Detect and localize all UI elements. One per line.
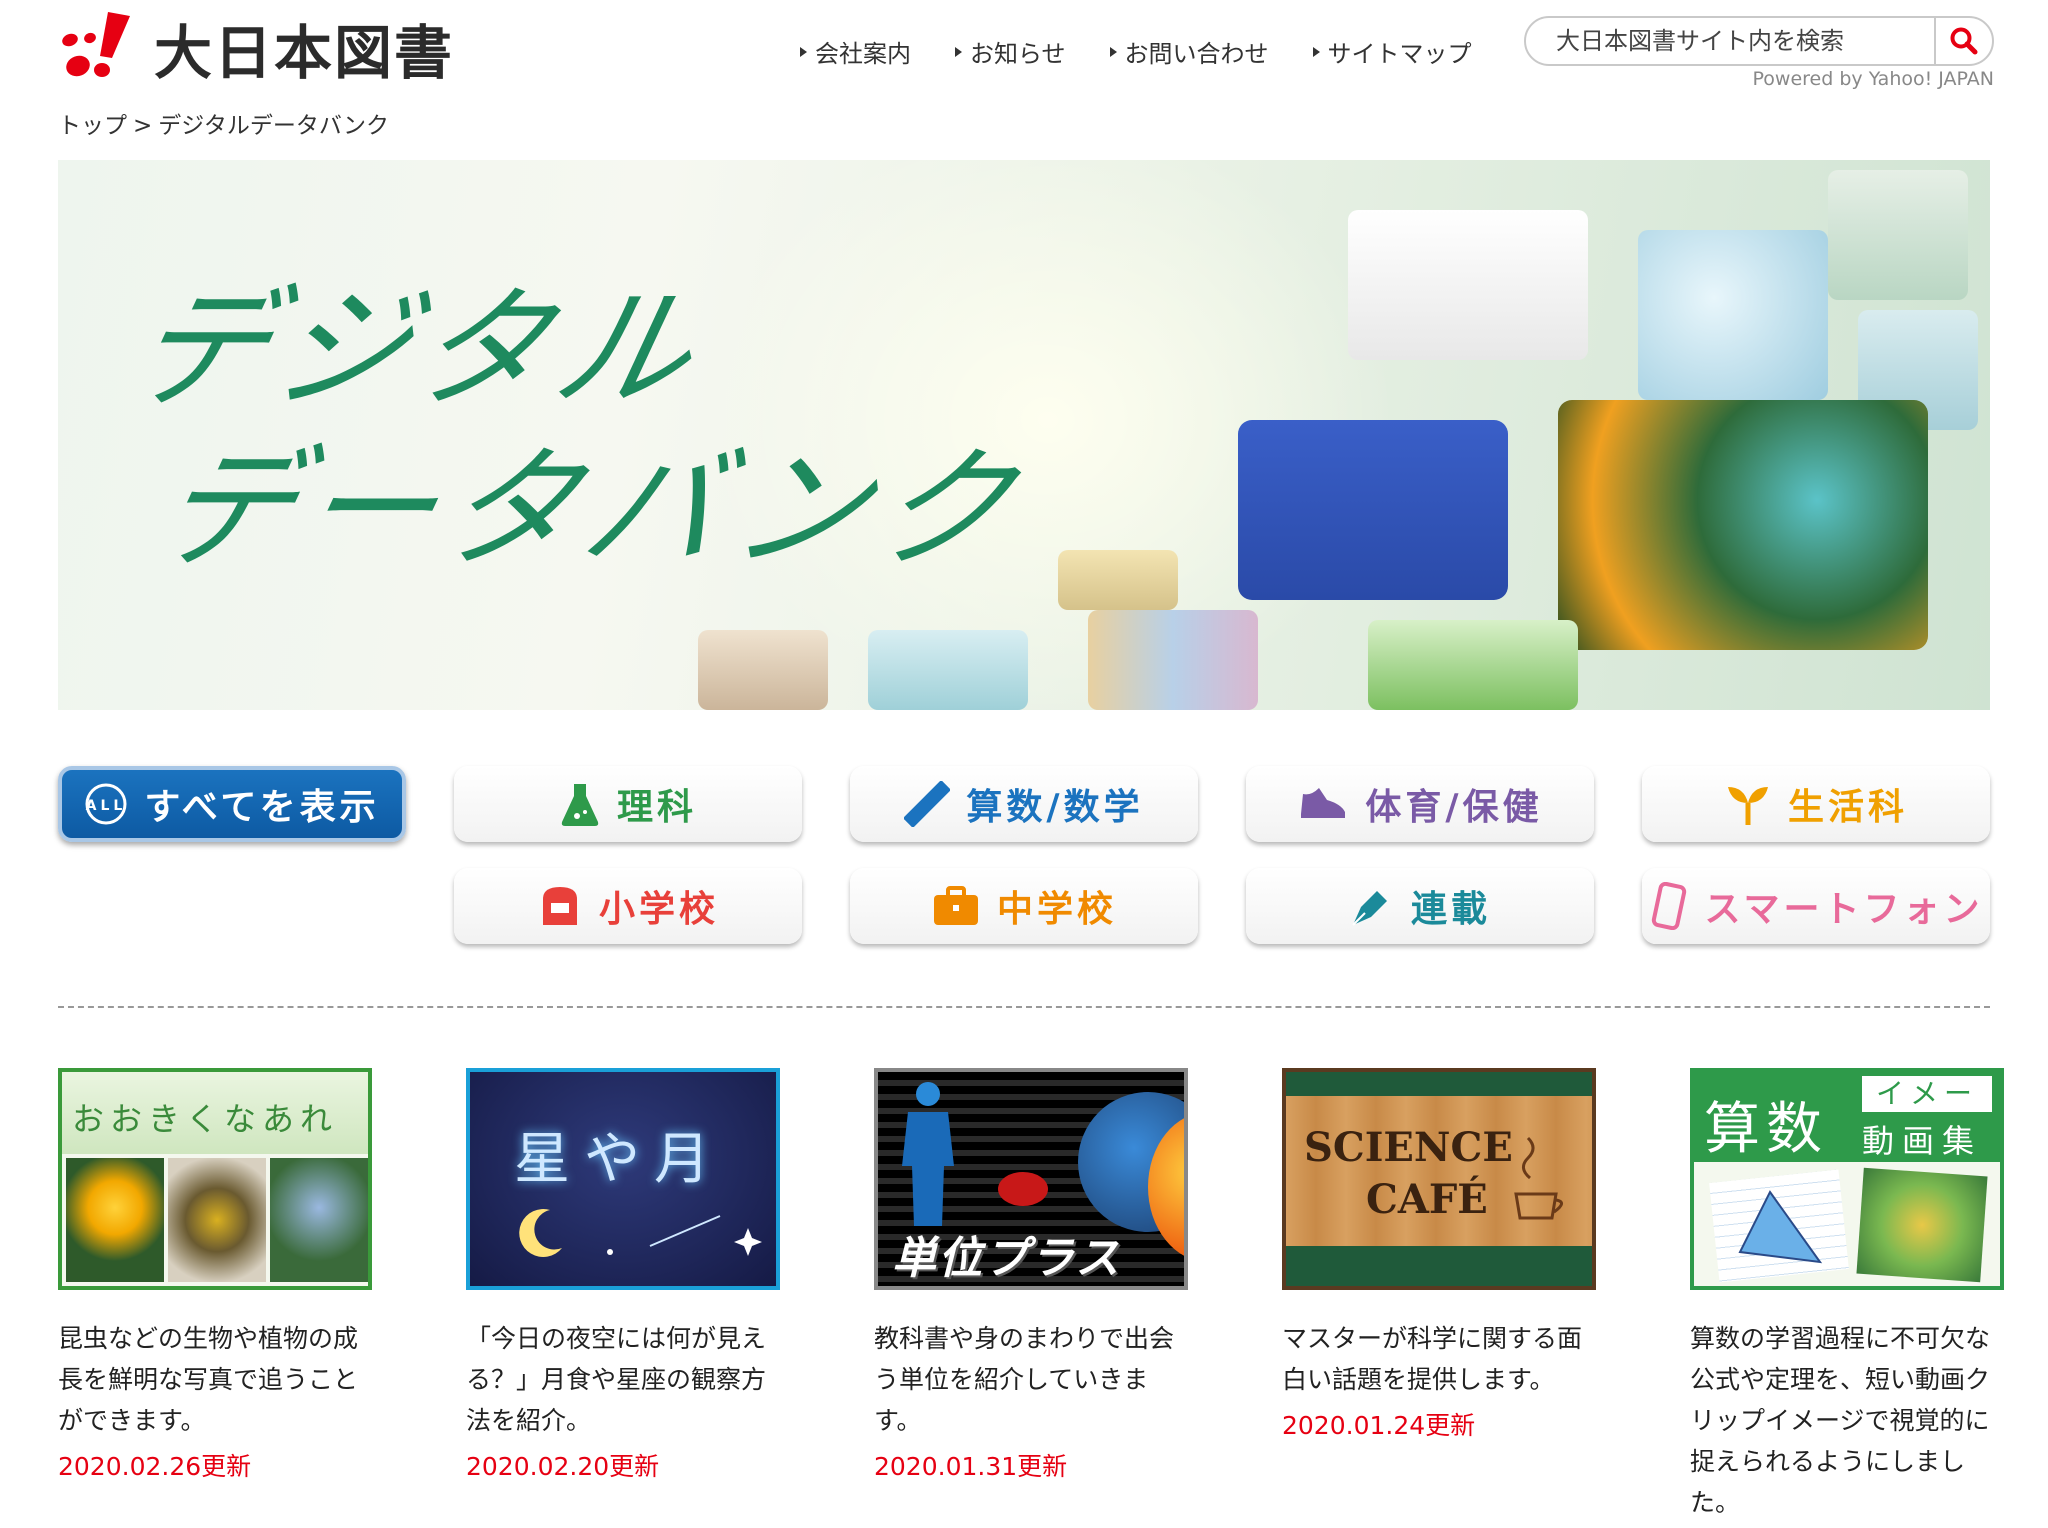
briefcase-icon: [933, 886, 978, 925]
card-thumbnail-title-1: SCIENCE: [1304, 1124, 1513, 1171]
nav-news[interactable]: お知らせ: [955, 34, 1066, 69]
card-thumbnail[interactable]: 単位プラス: [874, 1068, 1188, 1290]
category-elementary-button[interactable]: 小学校: [454, 868, 802, 944]
content-card[interactable]: 星や月 「今日の夜空には何が見える？」月食や星座の観察方法を紹介。 2020.0…: [466, 1068, 780, 1483]
hero-photo-tile: [1828, 170, 1968, 300]
brand-mark-icon: [62, 12, 130, 77]
hero-photo-tile: [698, 630, 828, 710]
category-science-button[interactable]: 理科: [454, 766, 802, 842]
top-nav: 会社案内 お知らせ お問い合わせ サイトマップ: [800, 34, 1472, 69]
search-button[interactable]: [1934, 18, 1992, 64]
category-math-button[interactable]: 算数/数学: [850, 766, 1198, 842]
all-icon: ALL: [85, 783, 127, 825]
triangle-icon: [1738, 1190, 1823, 1264]
card-thumbnail[interactable]: おおきくなあれ: [58, 1068, 372, 1290]
brand-logo[interactable]: 大日本図書: [56, 8, 454, 88]
search-icon: [1950, 27, 1978, 55]
search-input[interactable]: [1526, 26, 1935, 56]
nav-sitemap[interactable]: サイトマップ: [1312, 34, 1472, 69]
breadcrumb: トップ > デジタルデータバンク: [58, 106, 389, 140]
hero-photo-tile: [1058, 550, 1178, 610]
hero-photo-tile: [1088, 610, 1258, 710]
arrow-right-icon: [1109, 46, 1117, 57]
category-series-button[interactable]: 連載: [1246, 868, 1594, 944]
smartphone-icon: [1651, 882, 1686, 930]
content-card[interactable]: 算数 イメージ 動画集 算数の学習過程に不可欠な公式や定理を、短い動画クリップイ…: [1690, 1068, 2004, 1523]
hero-photo-tile: [1238, 420, 1508, 600]
card-thumbnail-title: おおきくなあれ: [72, 1100, 339, 1138]
category-pe-button[interactable]: 体育/保健: [1246, 766, 1594, 842]
shoe-icon: [1301, 788, 1346, 818]
hero-photo-tile: [1348, 210, 1588, 360]
arrow-right-icon: [1312, 46, 1320, 57]
category-all-button[interactable]: ALL すべてを表示: [58, 766, 406, 842]
card-thumbnail-title-1: 算数: [1704, 1097, 1828, 1162]
pen-icon: [1352, 891, 1387, 926]
card-thumbnail[interactable]: SCIENCE CAFÉ: [1282, 1068, 1596, 1290]
coffee-cup-icon: [1514, 1136, 1563, 1220]
site-search: [1524, 16, 1994, 66]
card-thumbnail-title-2: イメージ: [1862, 1076, 1992, 1146]
content-card[interactable]: 単位プラス 教科書や身のまわりで出会う単位を紹介していきます。 2020.01.…: [874, 1068, 1188, 1483]
school-bag-icon: [542, 887, 577, 925]
sprout-icon: [1727, 787, 1768, 825]
hero-banner: デジタル データバンク: [58, 160, 1990, 710]
arrow-right-icon: [800, 46, 807, 57]
category-life-button[interactable]: 生活科: [1642, 766, 1990, 842]
ruler-icon: [904, 781, 951, 827]
hero-title: デジタル データバンク: [118, 273, 1036, 587]
category-junior-high-button[interactable]: 中学校: [850, 868, 1198, 944]
breadcrumb-separator: >: [133, 113, 153, 139]
content-card[interactable]: SCIENCE CAFÉ マスターが科学に関する面白い話題を提供します。 202…: [1282, 1068, 1596, 1442]
card-thumbnail[interactable]: 星や月: [466, 1068, 780, 1290]
card-description: マスターが科学に関する面白い話題を提供します。: [1282, 1324, 1583, 1394]
content-card[interactable]: おおきくなあれ 昆虫などの生物や植物の成長を鮮明な写真で追うことができます。 2…: [58, 1068, 372, 1483]
card-description: 算数の学習過程に不可欠な公式や定理を、短い動画クリップイメージで視覚的に捉えられ…: [1690, 1324, 1991, 1517]
card-thumbnail-title: 単位プラス: [892, 1233, 1122, 1284]
brand-name: 大日本図書: [154, 19, 455, 87]
hero-photo-tile: [1368, 620, 1578, 710]
card-thumbnail-title-3: 動画集: [1862, 1122, 1983, 1160]
card-date: 2020.01.24更新: [1282, 1411, 1476, 1440]
nav-contact[interactable]: お問い合わせ: [1109, 34, 1269, 69]
card-description: 教科書や身のまわりで出会う単位を紹介していきます。: [874, 1324, 1175, 1435]
breadcrumb-home[interactable]: トップ: [58, 113, 127, 139]
category-smartphone-button[interactable]: スマートフォン: [1642, 868, 1990, 944]
section-divider: [58, 1006, 1990, 1008]
card-thumbnail-title-2: CAFÉ: [1366, 1176, 1488, 1223]
arrow-right-icon: [955, 46, 962, 57]
card-date: 2020.01.31更新: [874, 1452, 1068, 1481]
hero-photo-tile: [1558, 400, 1928, 650]
svg-text:ALL: ALL: [86, 798, 127, 814]
card-date: 2020.02.20更新: [466, 1452, 660, 1481]
card-thumbnail-title: 星や月: [514, 1127, 724, 1192]
card-date: 2020.02.26更新: [58, 1452, 252, 1481]
hero-photo-tile: [868, 630, 1028, 710]
flask-icon: [561, 784, 599, 826]
card-description: 昆虫などの生物や植物の成長を鮮明な写真で追うことができます。: [58, 1324, 359, 1435]
stars-icon: [607, 1215, 762, 1256]
card-thumbnail[interactable]: 算数 イメージ 動画集: [1690, 1068, 2004, 1290]
moon-icon: [519, 1209, 562, 1258]
human-body-icon: [902, 1082, 954, 1226]
nav-company[interactable]: 会社案内: [800, 34, 911, 69]
breadcrumb-current: デジタルデータバンク: [158, 113, 389, 139]
search-powered-by: Powered by Yahoo! JAPAN: [1752, 68, 1994, 90]
card-description: 「今日の夜空には何が見える？」月食や星座の観察方法を紹介。: [466, 1324, 767, 1435]
hero-photo-tile: [1638, 230, 1828, 400]
